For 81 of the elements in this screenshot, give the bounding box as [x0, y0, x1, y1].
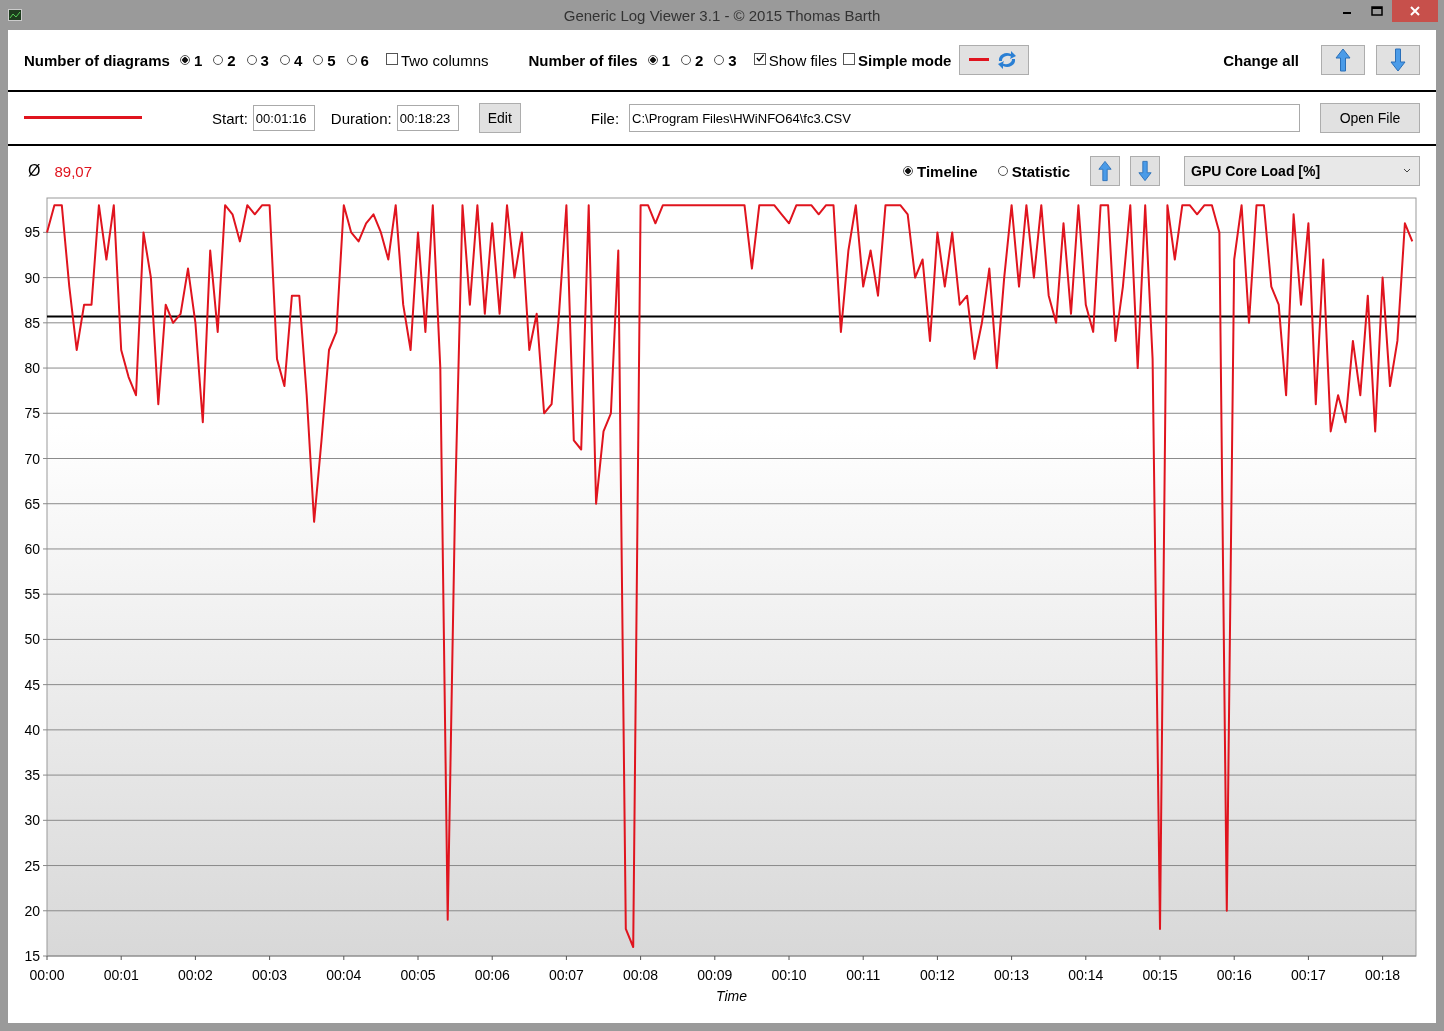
x-axis-label: 00:15	[1142, 967, 1178, 983]
edit-button[interactable]: Edit	[478, 103, 521, 133]
file-path-field[interactable]: C:\Program Files\HWiNFO64\fc3.CSV	[629, 104, 1300, 132]
up-arrow-icon	[1335, 48, 1351, 72]
y-axis-label: 60	[24, 540, 40, 557]
x-axis-label: 00:18	[1365, 967, 1401, 983]
y-axis-label: 55	[24, 586, 40, 603]
channel-dropdown[interactable]: GPU Core Load [%]	[1184, 156, 1420, 186]
diagram-count-radio[interactable]: 2	[213, 51, 236, 69]
file-count-radio[interactable]: 3	[714, 51, 737, 69]
average-symbol: Ø	[28, 162, 41, 180]
y-axis-label: 30	[24, 812, 40, 829]
x-axis-label: 00:04	[326, 967, 362, 983]
move-down-button[interactable]	[1130, 156, 1160, 186]
diagram-count-radio[interactable]: 1	[179, 51, 203, 69]
x-axis-title: Time	[716, 988, 747, 1004]
diagram-count-radio[interactable]: 4	[279, 51, 303, 69]
y-axis-label: 15	[24, 948, 40, 964]
y-axis-label: 95	[24, 224, 40, 241]
y-axis-label: 80	[24, 360, 40, 377]
show-files-checkbox[interactable]: Show files	[753, 51, 838, 69]
y-axis-label: 40	[24, 721, 40, 738]
change-all-label: Change all	[1223, 51, 1299, 69]
maximize-icon	[1371, 6, 1383, 16]
close-icon	[1409, 5, 1421, 17]
y-axis-label: 20	[24, 902, 40, 919]
x-axis-label: 00:13	[994, 967, 1030, 983]
y-axis-label: 90	[24, 269, 40, 286]
caret-icon	[1403, 168, 1411, 174]
move-up-button[interactable]	[1321, 45, 1365, 75]
average-value: 89,07	[54, 162, 92, 180]
diagrams-label: Number of diagrams	[24, 51, 170, 69]
view-radio[interactable]: Statistic	[997, 162, 1070, 180]
files-label: Number of files	[528, 51, 638, 69]
x-axis-label: 00:01	[103, 967, 139, 983]
x-axis-label: 00:10	[771, 967, 807, 983]
down-arrow-icon	[1390, 48, 1406, 72]
x-axis-label: 00:08	[623, 967, 659, 983]
two-columns-checkbox[interactable]: Two columns	[385, 51, 489, 69]
y-axis-label: 70	[24, 450, 40, 467]
diagram-count-radio[interactable]: 5	[313, 51, 336, 69]
y-axis-label: 75	[24, 405, 40, 422]
move-down-button[interactable]	[1376, 45, 1420, 75]
y-axis-label: 65	[24, 495, 40, 512]
diagram-count-radio[interactable]: 3	[246, 51, 269, 69]
y-axis-label: 50	[24, 631, 40, 648]
move-up-button[interactable]	[1090, 156, 1120, 186]
view-radio[interactable]: Timeline	[903, 162, 978, 180]
checkmark-icon	[754, 53, 765, 64]
y-axis-label: 35	[24, 767, 40, 784]
open-file-button[interactable]: Open File	[1320, 103, 1420, 133]
down-arrow-icon	[1138, 160, 1152, 182]
x-axis-label: 00:12	[919, 967, 955, 983]
x-axis-label: 00:03	[252, 967, 288, 983]
x-axis-label: 00:11	[846, 967, 881, 983]
x-axis-label: 00:07	[548, 967, 584, 983]
x-axis-label: 00:02	[177, 967, 213, 983]
app-icon	[8, 9, 22, 21]
duration-label: Duration:	[330, 109, 392, 127]
x-axis-label: 00:00	[29, 967, 65, 983]
x-axis-label: 00:06	[474, 967, 510, 983]
y-axis-label: 25	[24, 857, 40, 874]
x-axis-label: 00:16	[1216, 967, 1252, 983]
file-count-radio[interactable]: 2	[681, 51, 704, 69]
window-title: Generic Log Viewer 3.1 - © 2015 Thomas Barth	[563, 6, 881, 24]
file-label: File:	[590, 109, 620, 127]
x-axis-label: 00:14	[1068, 967, 1104, 983]
duration-field[interactable]: 00:18:23	[396, 105, 459, 131]
y-axis-label: 85	[24, 314, 40, 331]
x-axis-label: 00:09	[697, 967, 733, 983]
start-label: Start:	[212, 109, 248, 127]
x-axis-label: 00:05	[400, 967, 436, 983]
x-axis-label: 00:17	[1290, 967, 1326, 983]
up-arrow-icon	[1098, 160, 1112, 182]
y-axis-label: 45	[24, 676, 40, 693]
color-swap-button[interactable]	[959, 45, 1030, 75]
file-count-radio[interactable]: 1	[647, 51, 670, 69]
start-field[interactable]: 00:01:16	[252, 105, 315, 131]
close-button[interactable]	[1392, 0, 1438, 22]
simple-mode-checkbox[interactable]: Simple mode	[843, 51, 952, 69]
diagram-count-radio[interactable]: 6	[346, 51, 369, 69]
